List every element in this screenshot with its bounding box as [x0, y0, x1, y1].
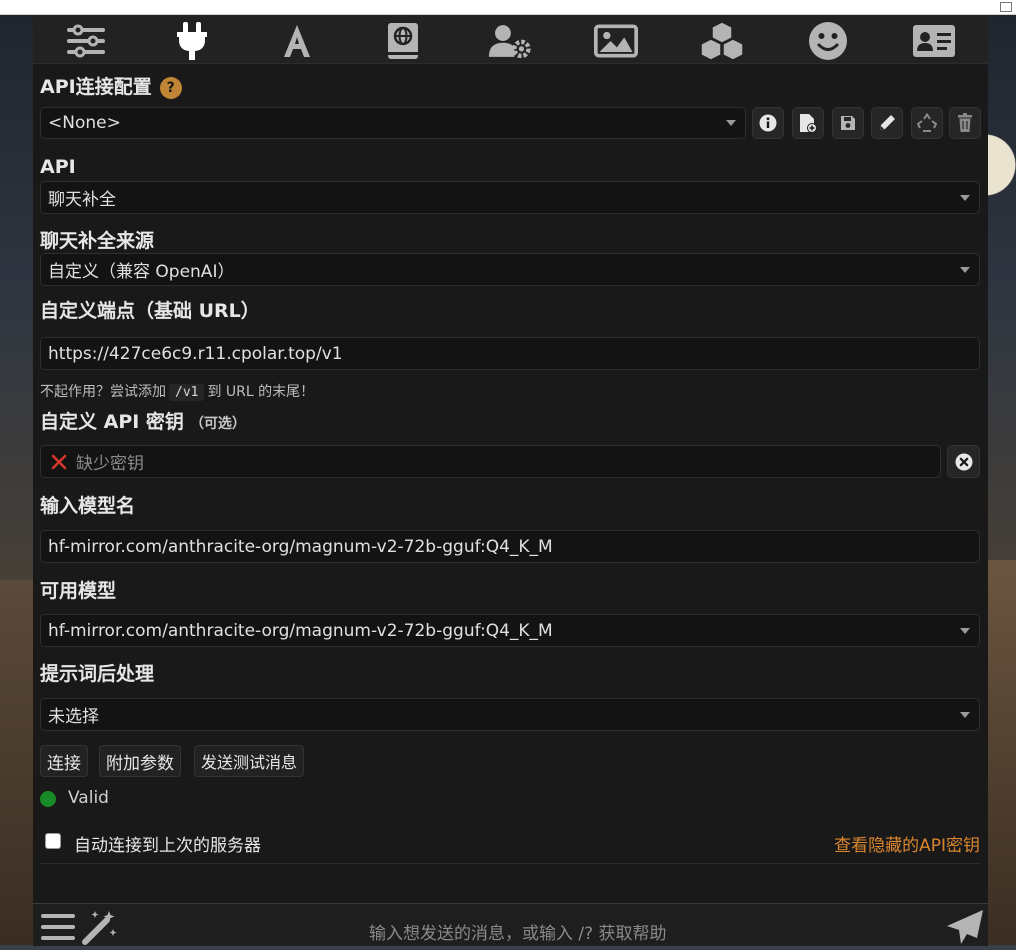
id-card-icon[interactable] — [912, 21, 956, 61]
cubes-icon[interactable] — [700, 21, 744, 61]
new-profile-button[interactable] — [792, 107, 824, 139]
api-label: API — [40, 156, 76, 178]
info-icon — [759, 114, 777, 132]
image-icon[interactable] — [594, 21, 638, 61]
missing-key-x-icon — [51, 454, 67, 469]
send-test-button[interactable]: 发送测试消息 — [194, 745, 305, 777]
view-hidden-keys-link[interactable]: 查看隐藏的API密钥 — [834, 831, 980, 856]
api-selected: 聊天补全 — [48, 190, 116, 210]
font-icon[interactable] — [275, 21, 319, 61]
available-models-select[interactable]: hf-mirror.com/anthracite-org/magnum-v2-7… — [40, 614, 980, 647]
chevron-down-icon — [960, 627, 970, 634]
smiley-icon[interactable] — [806, 21, 850, 61]
trash-icon — [958, 113, 972, 132]
connect-button[interactable]: 连接 — [40, 745, 88, 777]
status-text: Valid — [68, 788, 109, 808]
api-key-placeholder: 缺少密钥 — [76, 454, 144, 474]
source-selected: 自定义（兼容 OpenAI） — [48, 262, 235, 282]
top-toolbar — [33, 15, 988, 64]
chat-input[interactable]: 输入想发送的消息，或输入 /? 获取帮助 — [369, 919, 667, 944]
chat-bar: 输入想发送的消息，或输入 /? 获取帮助 — [33, 903, 988, 946]
magic-wand-icon[interactable] — [81, 909, 119, 949]
user-gear-icon[interactable] — [488, 21, 532, 61]
background-building-left — [0, 580, 34, 945]
recycle-icon — [917, 113, 937, 132]
status-dot — [40, 791, 56, 807]
chevron-down-icon — [960, 266, 970, 273]
close-circle-icon — [955, 453, 972, 470]
new-file-icon — [800, 114, 817, 133]
connection-profile-selected: <None> — [48, 113, 121, 133]
model-name-label: 输入模型名 — [40, 495, 136, 517]
hint-text-before: 不起作用？尝试添加 — [40, 384, 166, 400]
browser-chrome-strip — [0, 0, 1016, 15]
api-key-input[interactable]: 缺少密钥 — [40, 445, 941, 478]
post-processing-selected: 未选择 — [48, 707, 99, 727]
connection-profile-label: API连接配置? — [40, 75, 182, 99]
hint-text-after: 到 URL 的末尾！ — [207, 384, 315, 400]
save-icon — [841, 116, 855, 130]
edit-profile-button[interactable] — [871, 107, 903, 139]
save-profile-button[interactable] — [832, 107, 864, 139]
endpoint-label: 自定义端点（基础 URL） — [40, 300, 260, 322]
book-globe-icon[interactable] — [381, 21, 425, 61]
chevron-down-icon — [960, 711, 970, 718]
hamburger-menu-icon[interactable] — [41, 912, 75, 946]
send-icon[interactable] — [945, 908, 985, 950]
hint-code: /v1 — [169, 384, 205, 401]
source-select[interactable]: 自定义（兼容 OpenAI） — [40, 253, 980, 286]
clear-key-button[interactable] — [947, 445, 980, 478]
post-processing-label: 提示词后处理 — [40, 663, 155, 685]
model-name-input[interactable]: hf-mirror.com/anthracite-org/magnum-v2-7… — [40, 530, 980, 563]
auto-connect-checkbox[interactable] — [45, 833, 61, 849]
background-building-right — [988, 560, 1016, 945]
chevron-down-icon — [960, 194, 970, 201]
window-icon[interactable] — [1000, 2, 1012, 12]
reload-profile-button[interactable] — [911, 107, 943, 139]
endpoint-input[interactable]: https://427ce6c9.r11.cpolar.top/v1 — [40, 337, 980, 370]
api-key-label-text: 自定义 API 密钥 — [40, 411, 184, 433]
post-processing-select[interactable]: 未选择 — [40, 698, 980, 731]
pencil-icon — [880, 115, 895, 130]
available-models-selected: hf-mirror.com/anthracite-org/magnum-v2-7… — [48, 620, 553, 641]
info-button[interactable] — [752, 107, 784, 139]
endpoint-hint: 不起作用？尝试添加/v1 到 URL 的末尾！ — [40, 381, 314, 401]
plug-icon[interactable] — [170, 21, 214, 61]
sliders-icon[interactable] — [64, 21, 108, 61]
api-select[interactable]: 聊天补全 — [40, 181, 980, 214]
api-connections-panel: API连接配置? <None> API 聊天补全 聊天补全来源 自定义（兼容 O… — [33, 15, 988, 905]
source-label: 聊天补全来源 — [40, 230, 155, 252]
api-key-optional: （可选） — [189, 416, 246, 432]
connection-profile-label-text: API连接配置 — [40, 76, 152, 98]
delete-profile-button[interactable] — [949, 107, 981, 139]
connection-profile-select[interactable]: <None> — [40, 107, 746, 139]
available-models-label: 可用模型 — [40, 580, 117, 602]
endpoint-value: https://427ce6c9.r11.cpolar.top/v1 — [48, 343, 343, 364]
divider — [40, 863, 980, 864]
extra-params-button[interactable]: 附加参数 — [99, 745, 181, 777]
chevron-down-icon — [726, 120, 736, 126]
model-name-value: hf-mirror.com/anthracite-org/magnum-v2-7… — [48, 536, 553, 557]
api-key-label: 自定义 API 密钥 （可选） — [40, 410, 246, 436]
auto-connect-label[interactable]: 自动连接到上次的服务器 — [74, 831, 261, 856]
help-icon[interactable]: ? — [159, 76, 182, 99]
